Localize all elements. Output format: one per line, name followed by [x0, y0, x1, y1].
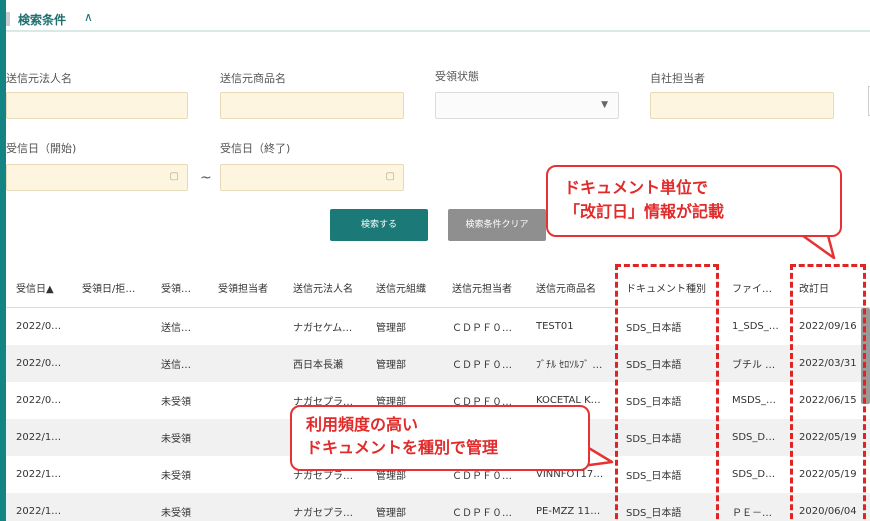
- column-header[interactable]: 送信元商品名: [536, 268, 616, 307]
- table-cell: 管理部: [376, 508, 406, 519]
- table-cell: 西日本長瀬: [293, 360, 343, 371]
- column-header[interactable]: 受領…: [161, 268, 205, 307]
- doc-type-highlight: [615, 264, 719, 521]
- column-header[interactable]: 受信日▲: [16, 268, 78, 307]
- doc-type-callout: 利用頻度の高い ドキュメントを種別で管理: [290, 405, 590, 471]
- clear-conditions-button[interactable]: 検索条件クリア: [448, 209, 546, 241]
- receive-date-end-input[interactable]: ▢: [220, 164, 404, 191]
- receive-date-start-input[interactable]: ▢: [6, 164, 188, 191]
- sender-product-input[interactable]: [220, 92, 404, 119]
- table-cell: 未受領: [161, 471, 191, 482]
- table-cell: ＣＤＰＦ０…: [452, 508, 512, 519]
- table-row[interactable]: 2022/1… 未受領 ナガセプラ… 管理部 ＣＤＰＦ０… PE-MZZ 11… SDS_日…: [6, 493, 870, 521]
- table-cell: MSDS_…: [732, 395, 777, 406]
- table-cell: SDS_D…: [732, 469, 776, 480]
- table-cell: SDS_D…: [732, 432, 776, 443]
- search-conditions-header[interactable]: 検索条件 ∧: [6, 6, 870, 32]
- table-cell: [218, 345, 282, 382]
- table-cell: 1_SDS_…: [732, 321, 779, 332]
- table-row[interactable]: 2022/0… 送信… ナガセケム… 管理部 ＣＤＰＦ０… TEST01 SDS_日本語 1_…: [6, 308, 870, 345]
- table-cell: 管理部: [376, 323, 406, 334]
- section-marker: [6, 12, 10, 26]
- in-house-person-label: 自社担当者: [650, 72, 705, 85]
- table-cell: 2022/1…: [16, 432, 62, 443]
- receive-date-end-label: 受信日（終了): [220, 142, 291, 155]
- sender-company-input[interactable]: [6, 92, 188, 119]
- table-cell: [82, 493, 150, 521]
- receive-date-start-label: 受信日（開始): [6, 142, 77, 155]
- table-cell: 未受領: [161, 508, 191, 519]
- table-header-row: 受信日▲ 受領日/拒… 受領… 受領担当者 送信元法人名 送信元組織 送信元担当…: [6, 268, 870, 308]
- table-cell: [82, 419, 150, 456]
- table-cell: ﾌﾞﾁﾙ ｾﾛｿﾙﾌﾞ …: [536, 360, 603, 371]
- date-range-separator: ~: [200, 170, 212, 186]
- table-cell: ＰＥ－…: [732, 508, 772, 519]
- in-house-person-input[interactable]: [650, 92, 834, 119]
- table-cell: ブチル …: [732, 360, 776, 371]
- table-cell: TEST01: [536, 321, 574, 332]
- table-cell: [82, 456, 150, 493]
- callout-text: 「改訂日」情報が記載: [564, 202, 725, 221]
- dropdown-arrow-icon: ▼: [601, 100, 608, 110]
- column-header[interactable]: 送信元担当者: [452, 268, 528, 307]
- table-cell: ＣＤＰＦ０…: [452, 360, 512, 371]
- table-cell: [218, 419, 282, 456]
- table-cell: ＣＤＰＦ０…: [452, 323, 512, 334]
- callout-text: ドキュメントを種別で管理: [306, 438, 499, 457]
- table-cell: ナガセプラ…: [293, 508, 353, 519]
- table-cell: 2022/0…: [16, 321, 62, 332]
- receive-status-label: 受領状態: [435, 70, 479, 83]
- callout-text: ドキュメント単位で: [564, 178, 709, 197]
- sender-company-label: 送信元法人名: [6, 72, 72, 85]
- table-row[interactable]: 2022/0… 送信… 西日本長瀬 管理部 ＣＤＰＦ０… ﾌﾞﾁﾙ ｾﾛｿﾙﾌﾞ … SDS…: [6, 345, 870, 382]
- table-cell: 送信…: [161, 323, 191, 334]
- callout-text: 利用頻度の高い: [306, 415, 419, 434]
- table-cell: PE-MZZ 11…: [536, 506, 601, 517]
- table-cell: [218, 308, 282, 345]
- search-panel: 検索条件 ∧ 送信元法人名 送信元商品名 受領状態 ▼ 自社担当者 受信日（開始…: [6, 0, 870, 521]
- table-cell: 未受領: [161, 434, 191, 445]
- table-cell: [218, 382, 282, 419]
- table-cell: 2022/0…: [16, 358, 62, 369]
- table-cell: 送信…: [161, 360, 191, 371]
- search-button[interactable]: 検索する: [330, 209, 428, 241]
- section-title: 検索条件: [18, 13, 67, 27]
- revision-date-callout: ドキュメント単位で 「改訂日」情報が記載: [546, 165, 842, 237]
- column-header[interactable]: 受領担当者: [218, 268, 282, 307]
- table-cell: 管理部: [376, 360, 406, 371]
- table-cell: 2022/1…: [16, 469, 62, 480]
- sender-product-label: 送信元商品名: [220, 72, 286, 85]
- table-cell: 2022/0…: [16, 395, 62, 406]
- column-header[interactable]: 送信元法人名: [293, 268, 369, 307]
- table-cell: [82, 345, 150, 382]
- table-cell: 2022/1…: [16, 506, 62, 517]
- collapse-caret-icon[interactable]: ∧: [84, 10, 93, 24]
- table-cell: 未受領: [161, 397, 191, 408]
- column-header[interactable]: ファイ…: [732, 268, 790, 307]
- table-cell: [82, 308, 150, 345]
- revision-date-highlight: [790, 264, 866, 521]
- table-cell: ナガセケム…: [293, 323, 353, 334]
- column-header[interactable]: 送信元組織: [376, 268, 438, 307]
- table-cell: [218, 493, 282, 521]
- table-cell: [82, 382, 150, 419]
- table-cell: [218, 456, 282, 493]
- calendar-icon[interactable]: ▢: [386, 171, 395, 182]
- receive-status-select[interactable]: ▼: [435, 92, 619, 119]
- column-header[interactable]: 受領日/拒…: [82, 268, 150, 307]
- calendar-icon[interactable]: ▢: [170, 171, 179, 182]
